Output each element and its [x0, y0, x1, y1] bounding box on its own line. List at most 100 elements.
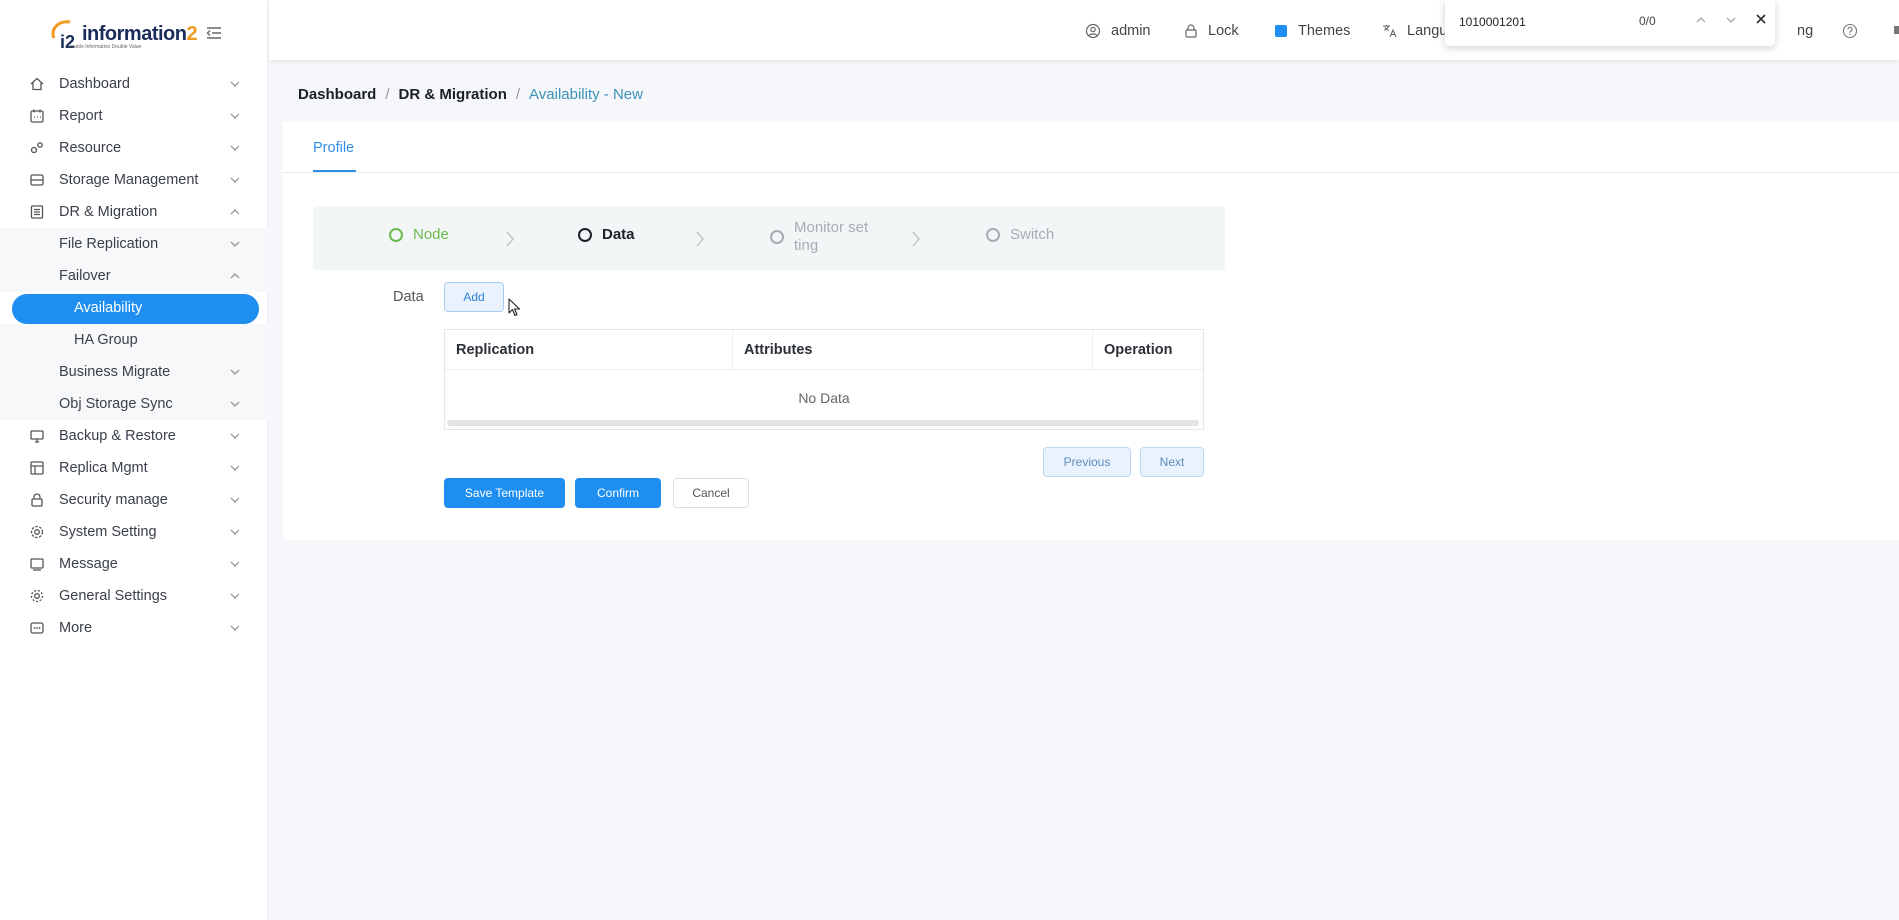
chevron-down-icon [230, 145, 240, 151]
sidebar-item-label: Replica Mgmt [59, 460, 148, 476]
tab-profile[interactable]: Profile [313, 140, 354, 156]
report-icon [28, 107, 46, 125]
step-label-line2: ting [794, 237, 819, 254]
breadcrumb-item[interactable]: DR & Migration [399, 86, 507, 103]
sidebar-item-label: Failover [59, 268, 111, 284]
help-icon [1842, 23, 1858, 39]
step-label: Node [413, 226, 449, 243]
sidebar-item-business-migrate[interactable]: Business Migrate [0, 356, 268, 388]
breadcrumb-current: Availability - New [529, 86, 643, 103]
chevron-down-icon [230, 497, 240, 503]
help-button[interactable] [1842, 21, 1868, 41]
sidebar-item-message[interactable]: Message [0, 548, 268, 580]
confirm-button[interactable]: Confirm [575, 478, 661, 508]
settings-icon [28, 587, 46, 605]
sidebar-item-system-setting[interactable]: System Setting [0, 516, 268, 548]
table-header: Replication Attributes Operation [445, 330, 1203, 370]
user-menu[interactable]: admin [1085, 21, 1151, 41]
sidebar-item-storage-management[interactable]: Storage Management [0, 164, 268, 196]
chevron-right-icon [912, 231, 920, 247]
tab-bar: Profile [283, 122, 1899, 173]
breadcrumb-item[interactable]: Dashboard [298, 86, 376, 103]
save-template-button[interactable]: Save Template [444, 478, 565, 508]
column-header-operation: Operation [1104, 342, 1173, 358]
lock-button[interactable]: Lock [1184, 21, 1239, 41]
sidebar-item-label: Message [59, 556, 118, 572]
brand-tagline: Double Information Double Value [68, 44, 142, 50]
sidebar-item-label: Resource [59, 140, 122, 156]
home-icon [28, 75, 46, 93]
sidebar-item-backup-restore[interactable]: Backup & Restore [0, 420, 268, 452]
replica-icon [28, 459, 46, 477]
chevron-right-icon [696, 231, 704, 247]
sidebar-item-label: Business Migrate [59, 364, 171, 380]
step-node[interactable]: Node [389, 226, 449, 243]
find-input[interactable] [1459, 12, 1649, 32]
sidebar-item-availability[interactable]: Availability [0, 292, 268, 324]
language-button[interactable]: Langu [1381, 21, 1447, 41]
sidebar-item-label: General Settings [59, 588, 168, 604]
chevron-down-icon [230, 177, 240, 183]
chevron-up-icon[interactable] [1695, 15, 1707, 25]
message-icon [28, 555, 46, 573]
previous-button[interactable]: Previous [1043, 447, 1131, 477]
header-partial-label: ng [1797, 23, 1814, 39]
header-more-button[interactable] [1894, 21, 1899, 41]
chevron-down-icon [230, 369, 240, 375]
resource-icon [28, 139, 46, 157]
step-switch[interactable]: Switch [986, 226, 1054, 243]
tab-active-underline [313, 170, 356, 172]
sidebar-item-label: Security manage [59, 492, 168, 508]
dr-migration-icon [28, 203, 46, 221]
column-header-replication: Replication [456, 342, 535, 358]
sidebar-item-failover[interactable]: Failover [0, 260, 268, 292]
sidebar-item-security-manage[interactable]: Security manage [0, 484, 268, 516]
language-label: Langu [1407, 23, 1448, 39]
chevron-up-icon [230, 273, 240, 279]
chevron-right-icon [506, 231, 514, 247]
sidebar-item-ha-group[interactable]: HA Group [0, 324, 268, 356]
brand-suffix: 2 [186, 22, 198, 45]
step-data[interactable]: Data [578, 226, 635, 243]
find-match-count: 0/0 [1639, 14, 1656, 28]
sidebar-item-resource[interactable]: Resource [0, 132, 268, 164]
sidebar-item-file-replication[interactable]: File Replication [0, 228, 268, 260]
add-button[interactable]: Add [444, 282, 504, 312]
sidebar-item-replica-mgmt[interactable]: Replica Mgmt [0, 452, 268, 484]
chevron-down-icon [230, 241, 240, 247]
header-partial-item[interactable]: ng [1797, 21, 1813, 41]
sidebar-item-label: Backup & Restore [59, 428, 176, 444]
chevron-down-icon[interactable] [1725, 15, 1737, 25]
sidebar-item-obj-storage-sync[interactable]: Obj Storage Sync [0, 388, 268, 420]
collapse-menu-icon[interactable] [206, 26, 222, 40]
close-icon[interactable] [1755, 13, 1767, 25]
sidebar-item-label: HA Group [74, 332, 138, 348]
replication-table: Replication Attributes Operation No Data [444, 329, 1204, 430]
next-button[interactable]: Next [1140, 447, 1204, 477]
language-icon [1383, 25, 1397, 38]
horizontal-scrollbar[interactable] [447, 420, 1199, 426]
data-field-label: Data [393, 289, 424, 305]
chevron-down-icon [230, 529, 240, 535]
sidebar-menu: Dashboard Report Resource Storage Manage… [0, 68, 268, 644]
sidebar-item-dr-migration[interactable]: DR & Migration [0, 196, 268, 228]
sidebar-item-label: System Setting [59, 524, 157, 540]
breadcrumb: Dashboard / DR & Migration / Availabilit… [298, 86, 643, 103]
sidebar-item-more[interactable]: More [0, 612, 268, 644]
step-monitor-setting[interactable]: Monitor set ting [770, 219, 868, 255]
sidebar-item-report[interactable]: Report [0, 100, 268, 132]
sidebar-item-label: File Replication [59, 236, 159, 252]
lock-icon [28, 491, 46, 509]
lock-label: Lock [1208, 23, 1239, 39]
themes-button[interactable]: Themes [1274, 21, 1350, 41]
backup-icon [28, 427, 46, 445]
sidebar-item-general-settings[interactable]: General Settings [0, 580, 268, 612]
mouse-cursor-icon [508, 298, 521, 317]
main-card: Profile Node Data Monitor set ting Switc… [283, 122, 1899, 540]
chevron-up-icon [230, 209, 240, 215]
cancel-button[interactable]: Cancel [673, 478, 749, 508]
find-bar: 0/0 [1445, 0, 1775, 46]
gear-icon [28, 523, 46, 541]
sidebar-item-dashboard[interactable]: Dashboard [0, 68, 268, 100]
user-icon [1085, 23, 1101, 39]
